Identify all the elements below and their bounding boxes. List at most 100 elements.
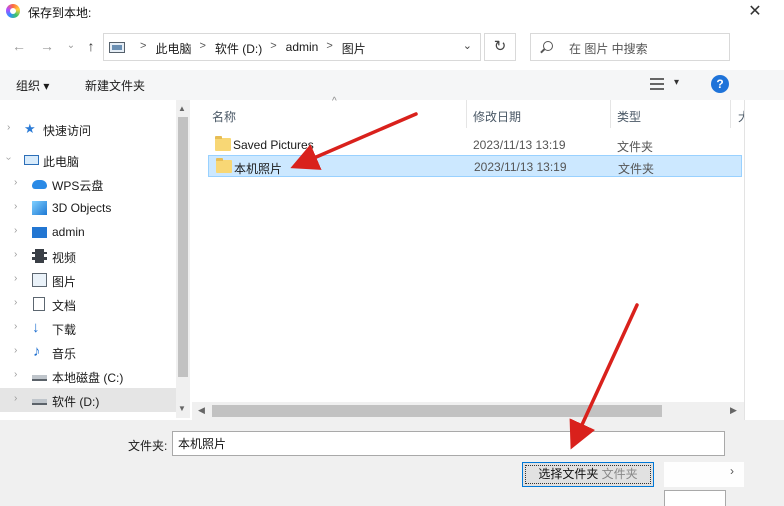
address-bar[interactable]: > 此电脑 > 软件 (D:) > admin > 图片 ⌄ [103,33,481,61]
sidebar-item-label: 本地磁盘 (C:) [52,371,124,385]
search-placeholder: 在 图片 中搜索 [569,42,648,56]
desktop-icon [32,227,47,238]
cube-icon [32,201,47,215]
title-bar: 保存到本地: ✕ [0,0,784,24]
expand-chevron-icon[interactable]: › [14,297,17,308]
file-row-selected[interactable]: 本机照片 2023/11/13 13:19 文件夹 [208,155,742,177]
sort-ascending-caret-icon: ^ [332,96,337,107]
file-row[interactable]: Saved Pictures 2023/11/13 13:19 文件夹 [208,134,742,156]
view-options-icon[interactable] [650,78,664,90]
back-arrow-icon[interactable]: ← [10,36,28,56]
column-divider[interactable] [610,100,611,128]
organize-menu-button[interactable]: 组织 ▾ [16,77,49,94]
navigation-bar: ← → ⌄ ↑ > 此电脑 > 软件 (D:) > admin > 图片 ⌄ ↻… [0,30,784,62]
column-divider[interactable] [466,100,467,128]
scrollbar-thumb[interactable] [212,405,662,417]
focus-ring [525,465,651,484]
expand-chevron-icon[interactable]: › [14,369,17,380]
expand-chevron-icon[interactable]: › [14,273,17,284]
folder-name-input[interactable] [172,431,725,456]
sidebar-item-videos[interactable]: › 视频 [0,244,176,268]
file-list-horizontal-scrollbar[interactable]: ◀ ▶ [192,402,744,420]
download-icon: ↓ [32,319,40,336]
sidebar-item-music[interactable]: › ♪ 音乐 [0,340,176,364]
scroll-left-arrow-icon[interactable]: ◀ [198,405,205,416]
partial-field [664,490,726,506]
expand-chevron-icon[interactable]: › [14,393,17,404]
breadcrumb-item-admin[interactable]: admin [286,40,319,57]
up-arrow-icon[interactable]: ↑ [82,36,100,56]
navigation-pane-scrollbar[interactable]: ▲ ▼ [176,100,190,418]
folder-field-label: 文件夹: [128,439,168,453]
new-folder-button[interactable]: 新建文件夹 [85,77,145,94]
expand-chevron-icon[interactable]: › [14,321,17,332]
sidebar-item-label: WPS云盘 [52,179,104,193]
dialog-footer: 文件夹: 选择文件夹 文件夹 › [0,420,784,506]
sidebar-item-quick-access[interactable]: › ★ 快速访问 [0,117,176,141]
collapse-chevron-icon[interactable]: › [3,157,14,160]
column-header-name[interactable]: 名称 [212,108,236,125]
document-icon [33,297,45,311]
sidebar-item-label: 快速访问 [43,124,92,138]
sidebar-item-label: 下载 [52,323,77,337]
sidebar-item-label: admin [52,225,85,239]
column-header-modified[interactable]: 修改日期 [473,108,521,125]
address-history-chevron-icon[interactable]: ⌄ [463,39,472,52]
expand-chevron-icon[interactable]: › [14,249,17,260]
select-folder-button[interactable]: 选择文件夹 文件夹 [522,462,654,487]
expand-chevron-icon[interactable]: › [7,122,10,133]
recent-locations-chevron-icon[interactable]: ⌄ [62,36,80,56]
expand-chevron-icon[interactable]: › [14,225,17,236]
sidebar-item-admin[interactable]: › admin [0,220,176,244]
sidebar-item-drive-c[interactable]: › 本地磁盘 (C:) [0,364,176,388]
breadcrumb-item-drive-d[interactable]: 软件 (D:) [215,40,262,57]
computer-icon [24,155,39,165]
sidebar-item-documents[interactable]: › 文档 [0,292,176,316]
sidebar-item-label: 文档 [52,299,77,313]
sidebar-item-3d-objects[interactable]: › 3D Objects [0,196,176,220]
refresh-button[interactable]: ↻ [484,33,516,61]
scrollbar-thumb[interactable] [178,117,188,377]
scroll-down-arrow-icon[interactable]: ▼ [178,404,186,413]
sidebar-item-label: 软件 (D:) [52,395,100,409]
chevron-right-icon[interactable]: › [730,464,734,478]
sidebar-item-pictures[interactable]: › 图片 [0,268,176,292]
app-logo-icon [6,4,20,18]
drive-icon [32,375,47,381]
music-icon: ♪ [33,343,41,360]
breadcrumb-separator[interactable]: > [199,40,205,57]
close-button[interactable]: ✕ [740,0,770,24]
expand-chevron-icon[interactable]: › [14,345,17,356]
sidebar-item-label: 3D Objects [52,201,112,215]
file-modified-date: 2023/11/13 13:19 [473,138,566,152]
sidebar-item-label: 视频 [52,251,77,265]
sidebar-item-this-pc[interactable]: › 此电脑 [0,148,176,172]
breadcrumb-separator[interactable]: > [270,40,276,57]
expand-chevron-icon[interactable]: › [14,177,17,188]
view-dropdown-chevron-icon[interactable]: ▾ [674,77,679,88]
cloud-icon [32,180,47,189]
file-list-header: ^ 名称 修改日期 类型 [192,96,744,128]
sidebar-item-label: 此电脑 [43,155,80,169]
sidebar-item-wps-cloud[interactable]: › WPS云盘 [0,172,176,196]
scroll-right-arrow-icon[interactable]: ▶ [730,405,737,416]
breadcrumb-item-this-pc[interactable]: 此电脑 [155,40,191,57]
scroll-up-arrow-icon[interactable]: ▲ [178,104,186,113]
folder-icon [216,158,232,173]
expand-chevron-icon[interactable]: › [14,201,17,212]
pictures-folder-icon [109,42,125,53]
column-header-type[interactable]: 类型 [617,108,641,125]
file-name: Saved Pictures [233,138,314,152]
file-type: 文件夹 [618,162,655,176]
search-input[interactable]: 在 图片 中搜索 [530,33,730,61]
breadcrumb: > 此电脑 > 软件 (D:) > admin > 图片 [132,40,366,57]
navigation-pane: › ★ 快速访问 › 此电脑 › WPS云盘 › 3D Objects › ad… [0,100,190,418]
drive-icon [32,399,47,405]
sidebar-item-downloads[interactable]: › ↓ 下载 [0,316,176,340]
column-divider[interactable] [730,100,731,128]
sidebar-item-drive-d[interactable]: › 软件 (D:) [0,388,176,412]
forward-arrow-icon[interactable]: → [38,36,56,56]
breadcrumb-item-pictures[interactable]: 图片 [342,40,366,57]
help-icon[interactable]: ? [711,75,729,93]
breadcrumb-separator[interactable]: > [326,40,332,57]
